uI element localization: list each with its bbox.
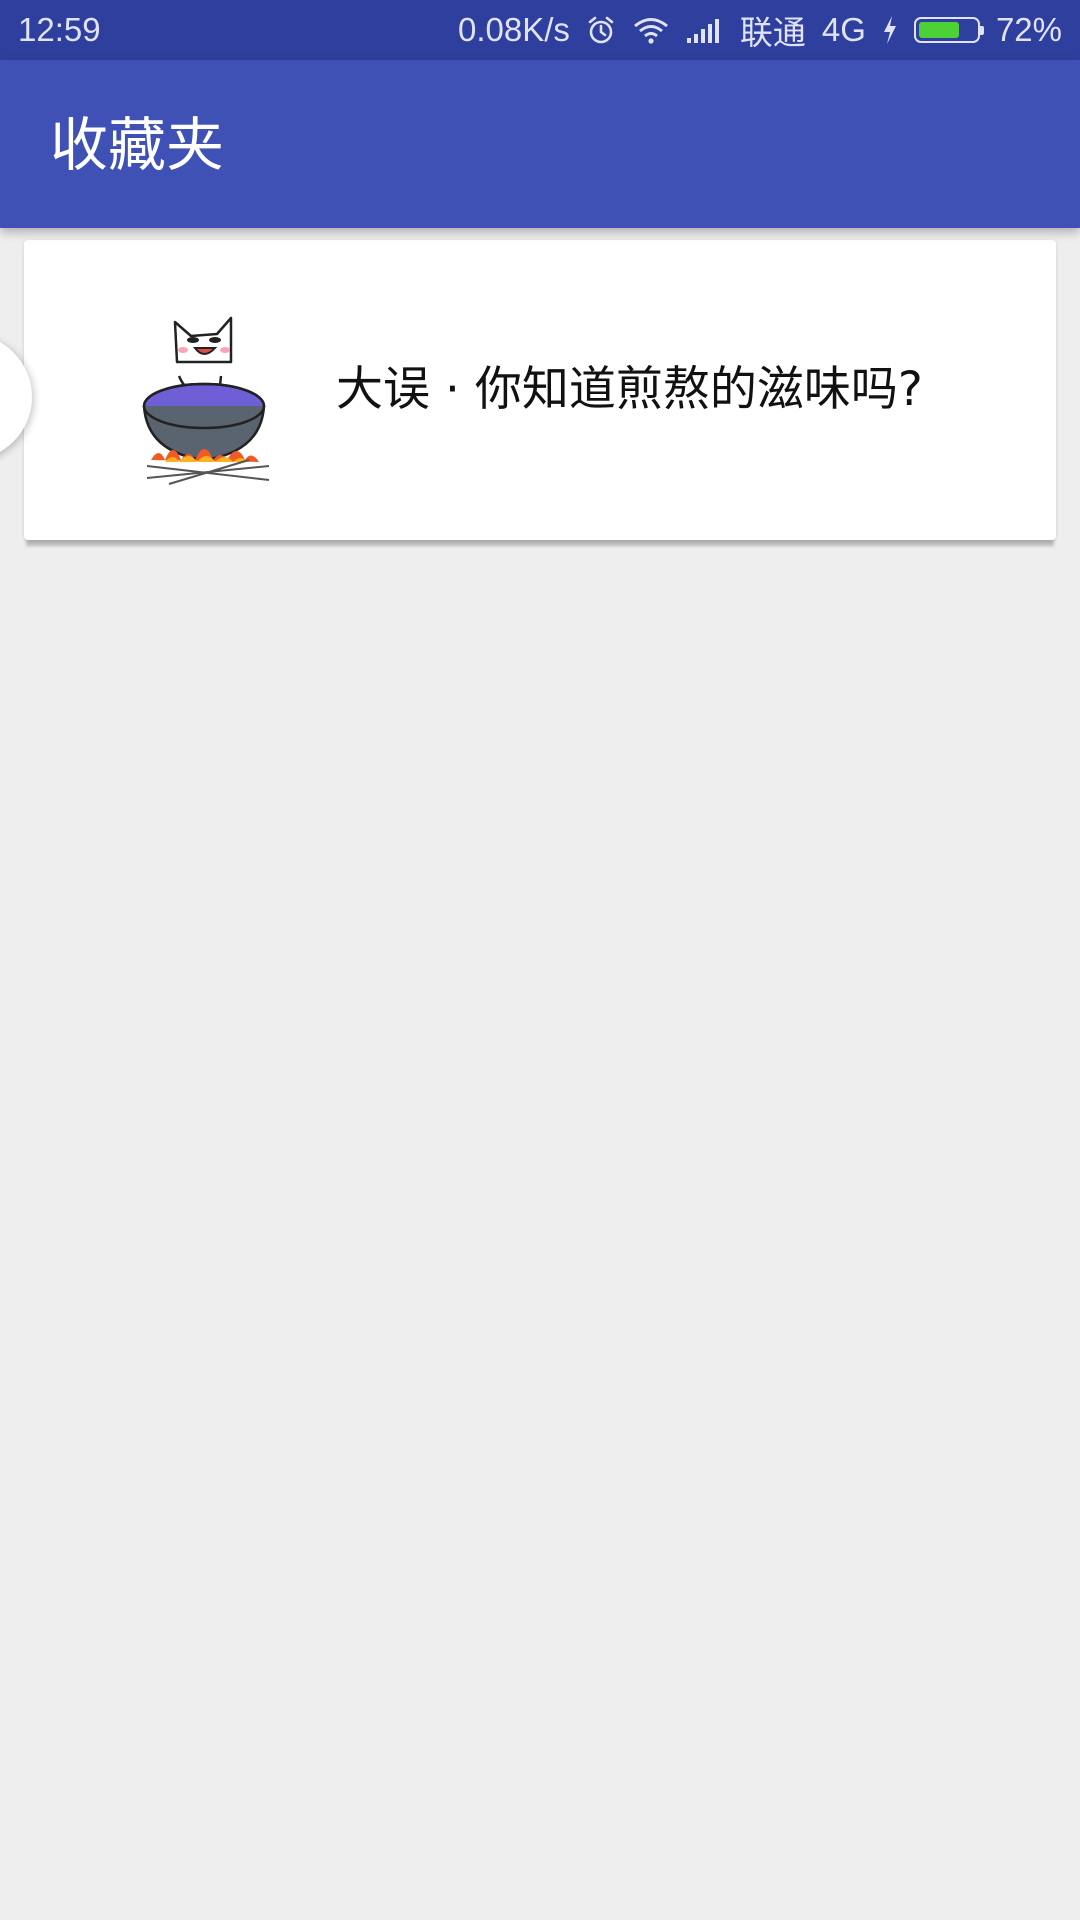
battery-icon [913,17,984,43]
battery-fill [918,22,960,38]
favorite-title: 大误 · 你知道煎熬的滋味吗? [336,362,923,417]
favorite-thumbnail [129,310,289,490]
carrier-label: 联通 [739,14,806,51]
favorite-card[interactable]: 大误 · 你知道煎熬的滋味吗? [24,240,1056,540]
net-speed: 0.08K/s [457,11,570,48]
charging-icon [882,15,898,45]
status-right-group: 0.08K/s 联通 4G 72% [458,0,1062,60]
cat-in-pot-illustration [142,316,270,485]
battery-percent: 72% [995,11,1062,48]
page-title: 收藏夹 [50,111,225,179]
network-type: 4G [821,11,866,48]
signal-icon [686,16,724,44]
status-time: 12:59 [18,11,101,48]
status-bar: 12:59 0.08K/s 联通 4G 72% [0,0,1080,60]
alarm-icon [586,15,616,45]
app-bar: 收藏夹 [0,60,1080,228]
wifi-icon [632,15,670,45]
